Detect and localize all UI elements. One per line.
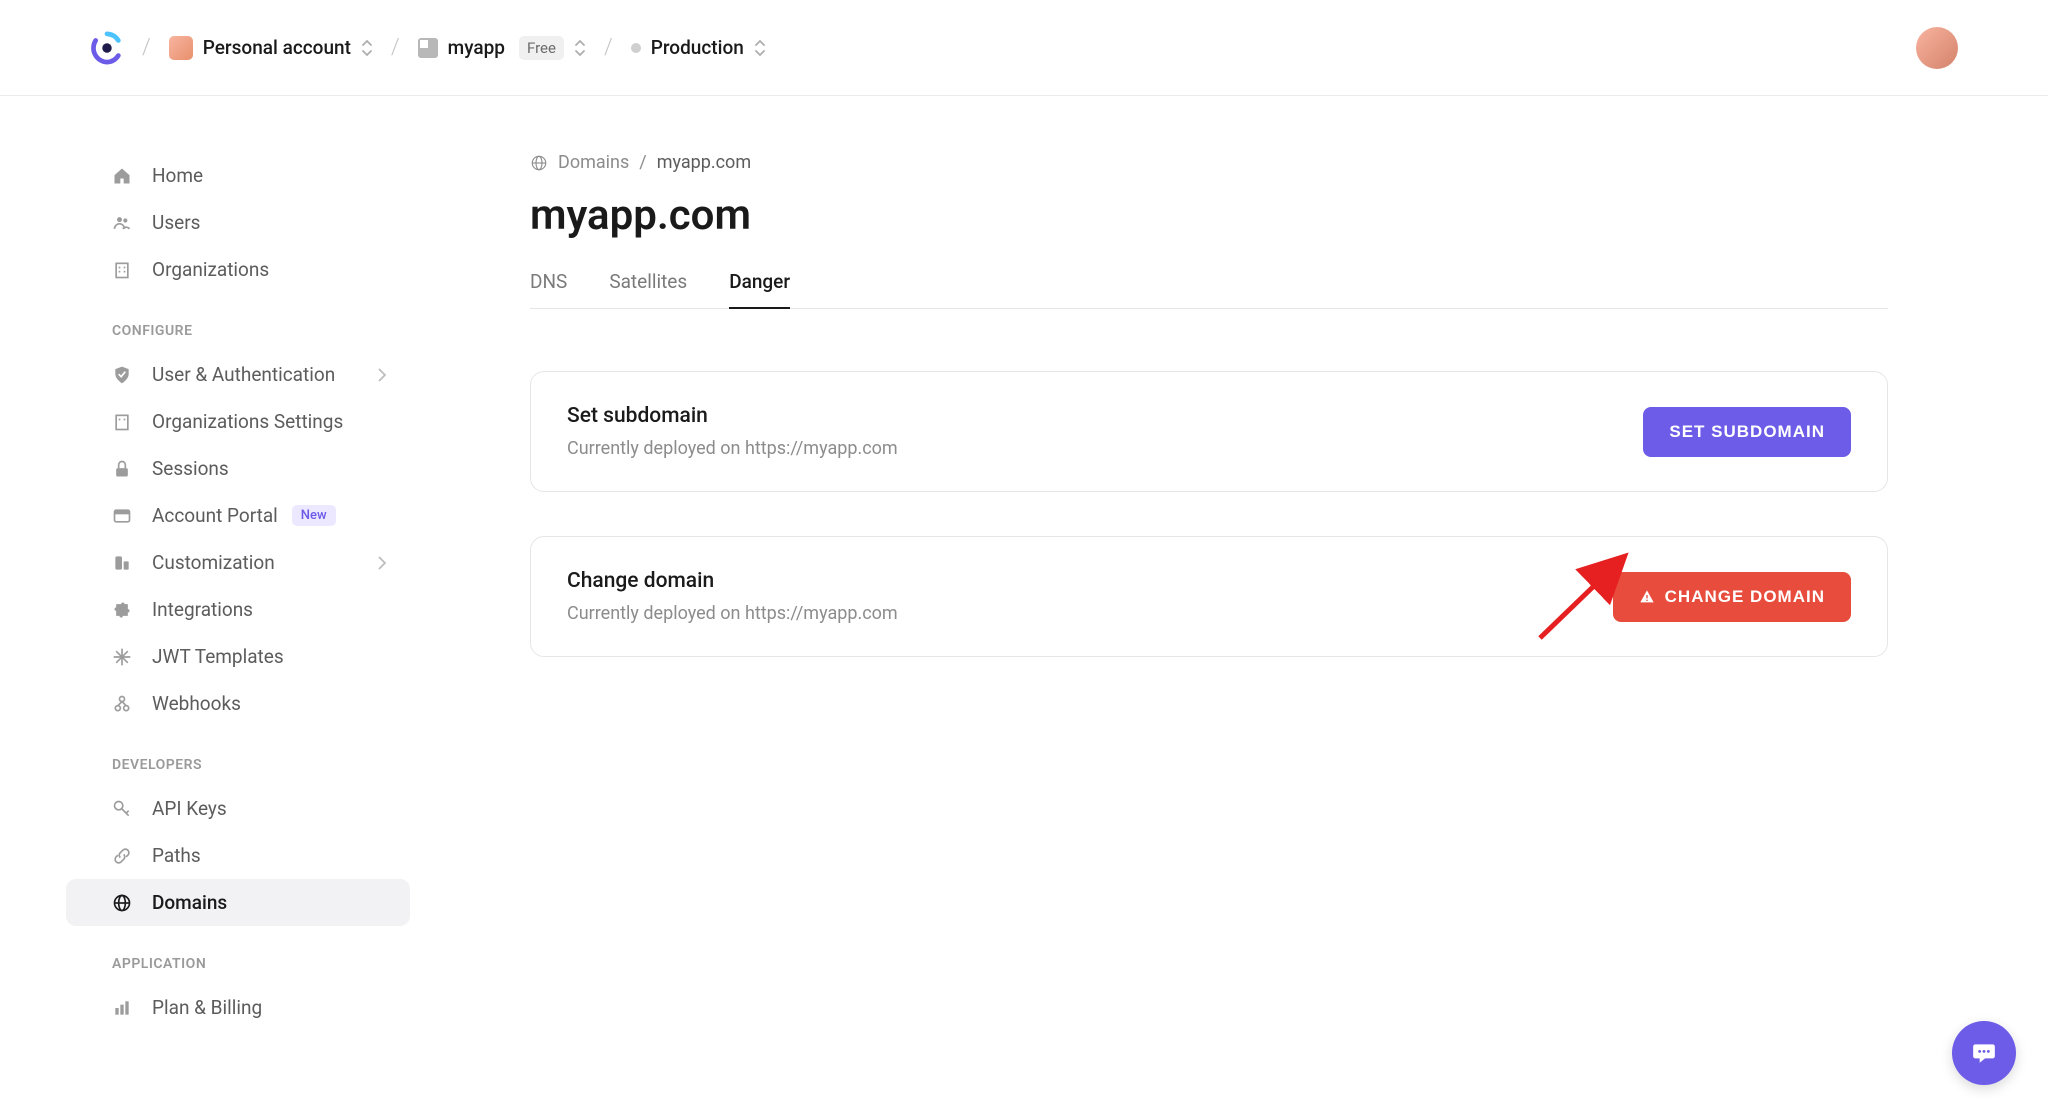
sidebar-section-configure: CONFIGURE [88,323,410,351]
set-subdomain-button[interactable]: Set Subdomain [1643,407,1851,457]
sidebar-item-organizations[interactable]: Organizations [88,246,410,293]
page-title: myapp.com [530,191,1888,240]
card-subtitle: Currently deployed on https://myapp.com [567,438,898,459]
breadcrumb-separator: / [142,35,151,60]
sidebar-item-webhooks[interactable]: Webhooks [88,680,410,727]
sidebar-item-label: JWT Templates [152,645,284,668]
tabs: DNS Satellites Danger [530,270,1888,309]
link-icon [112,846,132,866]
breadcrumb-current: myapp.com [657,152,751,173]
sidebar-item-label: Integrations [152,598,253,621]
users-icon [112,213,132,233]
sidebar-item-label: Users [152,211,200,234]
sidebar-item-label: Domains [152,891,227,914]
chevron-up-down-icon [574,39,586,57]
tab-dns[interactable]: DNS [530,270,567,309]
sidebar-item-integrations[interactable]: Integrations [88,586,410,633]
sidebar-item-label: Organizations [152,258,269,281]
sidebar-item-paths[interactable]: Paths [88,832,410,879]
tab-danger[interactable]: Danger [729,270,790,309]
header-right [1916,27,1958,69]
chat-icon [1971,1040,1997,1066]
sidebar-item-label: Paths [152,844,201,867]
chevron-right-icon [378,556,386,570]
account-avatar [169,36,193,60]
user-avatar[interactable] [1916,27,1958,69]
sidebar-item-label: Customization [152,551,275,574]
app-name: myapp [448,36,505,59]
sidebar-item-user-auth[interactable]: User & Authentication [88,351,410,398]
building-icon [112,412,132,432]
environment-switcher[interactable]: Production [631,36,766,59]
globe-icon [112,893,132,913]
sidebar-item-plan-billing[interactable]: Plan & Billing [88,984,410,1031]
new-badge: New [292,505,336,526]
plan-badge: Free [519,36,564,60]
button-label: Change Domain [1665,587,1825,607]
app-switcher[interactable]: myapp Free [418,36,586,60]
chevron-up-down-icon [754,39,766,57]
breadcrumb-separator: / [639,152,646,173]
change-domain-button[interactable]: Change Domain [1613,572,1851,622]
card-title: Set subdomain [567,404,898,428]
sidebar-item-sessions[interactable]: Sessions [88,445,410,492]
card-set-subdomain: Set subdomain Currently deployed on http… [530,371,1888,492]
sidebar-section-application: APPLICATION [88,956,410,984]
chat-fab[interactable] [1952,1021,2016,1085]
webhook-icon [112,694,132,714]
sidebar: Home Users Organizations CONFIGURE User … [0,96,410,1061]
sidebar-item-api-keys[interactable]: API Keys [88,785,410,832]
breadcrumb-separator: / [604,35,613,60]
breadcrumb-separator: / [391,35,400,60]
sidebar-item-label: Plan & Billing [152,996,262,1019]
tab-satellites[interactable]: Satellites [609,270,687,309]
breadcrumb-domains[interactable]: Domains [558,152,629,173]
sidebar-item-jwt[interactable]: JWT Templates [88,633,410,680]
env-status-dot [631,43,641,53]
card-change-domain: Change domain Currently deployed on http… [530,536,1888,657]
app-icon [418,38,438,58]
sidebar-item-domains[interactable]: Domains [66,879,410,926]
jwt-icon [112,647,132,667]
main-content: Domains / myapp.com myapp.com DNS Satell… [410,96,2048,1061]
chevron-right-icon [378,368,386,382]
building-icon [112,260,132,280]
sidebar-item-label: Home [152,164,203,187]
portal-icon [112,506,132,526]
env-name: Production [651,36,744,59]
home-icon [112,166,132,186]
page-breadcrumb: Domains / myapp.com [530,152,1888,173]
shield-icon [112,365,132,385]
lock-icon [112,459,132,479]
puzzle-icon [112,600,132,620]
sidebar-item-label: Sessions [152,457,229,480]
sidebar-section-developers: DEVELOPERS [88,757,410,785]
clerk-logo[interactable] [90,31,124,65]
sidebar-item-customization[interactable]: Customization [88,539,410,586]
sidebar-item-label: API Keys [152,797,227,820]
card-title: Change domain [567,569,898,593]
sidebar-item-label: Organizations Settings [152,410,343,433]
sidebar-item-label: Webhooks [152,692,241,715]
account-switcher[interactable]: Personal account [169,36,373,60]
sidebar-item-label: User & Authentication [152,363,335,386]
sidebar-item-users[interactable]: Users [88,199,410,246]
top-header: / Personal account / myapp Free / Produc… [0,0,2048,96]
key-icon [112,799,132,819]
warning-icon [1639,589,1655,605]
account-name: Personal account [203,36,351,59]
chevron-up-down-icon [361,39,373,57]
sidebar-item-org-settings[interactable]: Organizations Settings [88,398,410,445]
button-label: Set Subdomain [1669,422,1825,442]
card-subtitle: Currently deployed on https://myapp.com [567,603,898,624]
sidebar-item-home[interactable]: Home [88,152,410,199]
sidebar-item-label: Account Portal [152,504,278,527]
sidebar-item-account-portal[interactable]: Account Portal New [88,492,410,539]
chart-icon [112,998,132,1018]
paint-icon [112,553,132,573]
globe-icon [530,154,548,172]
header-breadcrumbs: / Personal account / myapp Free / Produc… [90,31,766,65]
